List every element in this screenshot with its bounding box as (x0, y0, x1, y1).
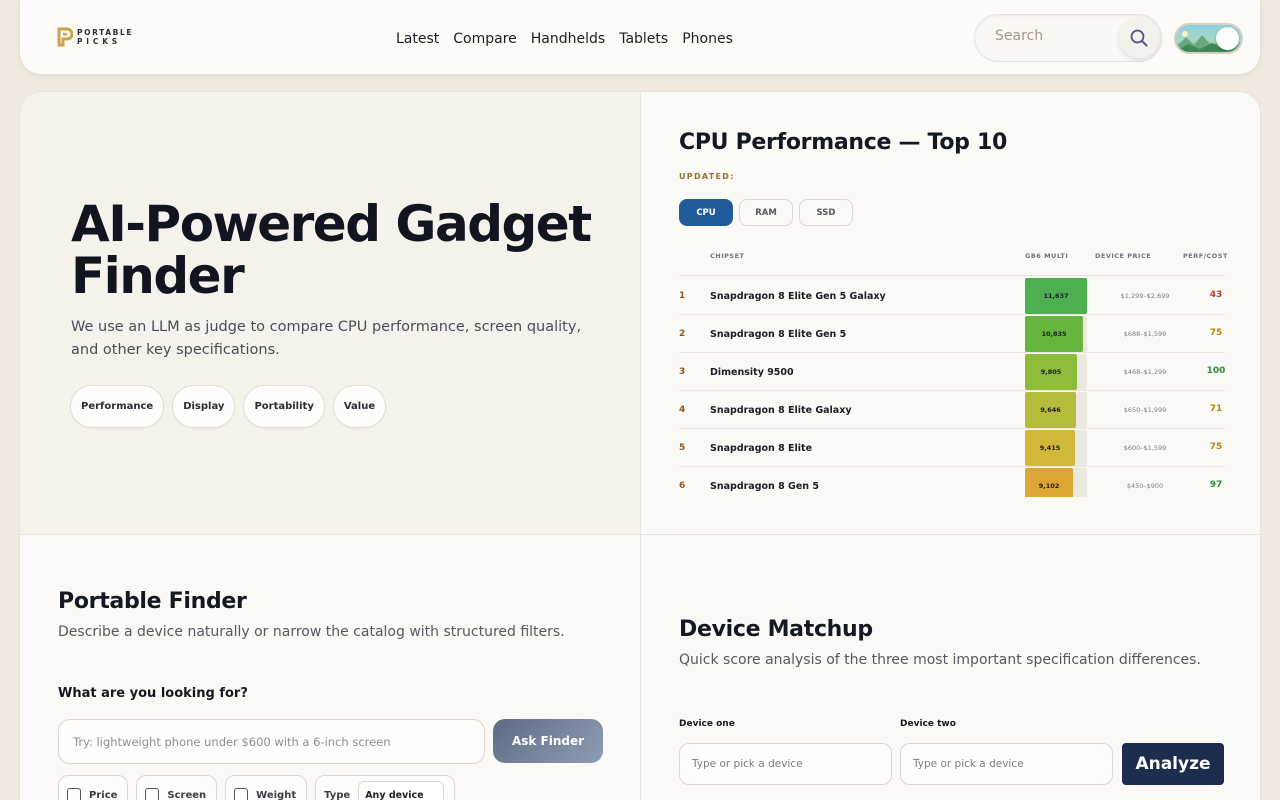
finder-question: What are you looking for? (58, 686, 248, 701)
row-score: 9,415 (1039, 444, 1061, 452)
tab-ssd[interactable]: SSD (799, 199, 853, 226)
tab-cpu[interactable]: CPU (679, 199, 733, 226)
cpu-ranking-panel: CPU Performance — Top 10 UPDATED: CPU RA… (640, 91, 1261, 535)
row-rank: 4 (679, 405, 686, 415)
hero-panel: AI-Powered Gadget Finder We use an LLM a… (19, 91, 641, 535)
chip-portability[interactable]: Portability (243, 385, 325, 428)
finder-panel: Portable Finder Describe a device natura… (19, 534, 641, 800)
cpu-table-header: CHIPSET GB6 MULTI DEVICE PRICE PERF/COST (679, 250, 1228, 276)
cpu-table-body: 1 Snapdragon 8 Elite Gen 5 Galaxy 11,637 $1… (679, 277, 1225, 497)
device-one-input[interactable] (679, 743, 892, 785)
row-score: 11,637 (1043, 292, 1069, 300)
row-rank: 1 (679, 291, 686, 301)
device-two-input[interactable] (900, 743, 1113, 785)
matchup-title: Device Matchup (679, 617, 873, 642)
filter-screen-label: Screen (167, 789, 207, 800)
table-row[interactable]: 1 Snapdragon 8 Elite Gen 5 Galaxy 11,637 $1… (679, 277, 1225, 315)
hero-subtitle: We use an LLM as judge to compare CPU pe… (71, 319, 582, 358)
brand-line-1: PORTABLE (77, 28, 134, 37)
nav-latest[interactable]: Latest (396, 31, 439, 47)
search-box (974, 14, 1162, 62)
updated-label: UPDATED: (679, 172, 735, 181)
chip-display[interactable]: Display (172, 385, 236, 428)
toggle-knob (1216, 27, 1239, 50)
row-perf-cost: 75 (1209, 328, 1223, 338)
filter-type: Type Any device (315, 775, 456, 800)
table-row[interactable]: 5 Snapdragon 8 Elite 9,415 $600–$1,599 75 (679, 429, 1225, 467)
filter-screen[interactable]: Screen (136, 775, 218, 800)
row-perf-cost: 100 (1206, 366, 1225, 376)
hero-title: AI-Powered Gadget Finder (71, 195, 592, 305)
ask-finder-button[interactable]: Ask Finder (493, 719, 603, 763)
chip-performance[interactable]: Performance (70, 385, 165, 428)
main-nav: Latest Compare Handhelds Tablets Phones (396, 31, 733, 47)
table-row[interactable]: 2 Snapdragon 8 Elite Gen 5 10,835 $688–$1,5… (679, 315, 1225, 353)
cpu-title: CPU Performance — Top 10 (679, 130, 1007, 155)
filter-screen-checkbox[interactable] (145, 788, 160, 800)
device-one-label: Device one (679, 719, 735, 729)
nav-tablets[interactable]: Tablets (619, 31, 668, 47)
matchup-panel: Device Matchup Quick score analysis of t… (640, 534, 1261, 800)
tab-ram[interactable]: RAM (739, 199, 793, 226)
filter-weight-checkbox[interactable] (234, 788, 249, 800)
search-button[interactable] (1119, 18, 1159, 58)
row-chipset: Dimensity 9500 (710, 367, 794, 378)
theme-toggle[interactable] (1174, 23, 1243, 54)
row-rank: 5 (679, 443, 686, 453)
search-input[interactable] (995, 28, 1115, 44)
brand-line-2: PICKS (77, 37, 122, 46)
row-perf-cost: 75 (1209, 442, 1223, 452)
finder-title: Portable Finder (58, 589, 247, 614)
table-row[interactable]: 4 Snapdragon 8 Elite Galaxy 9,646 $650–$1,9… (679, 391, 1225, 429)
top-header: PORTABLE PICKS Latest Compare Handhelds … (19, 0, 1261, 75)
row-chipset: Snapdragon 8 Gen 5 (710, 481, 819, 492)
search-icon (1130, 29, 1148, 47)
row-chipset: Snapdragon 8 Elite Gen 5 Galaxy (710, 291, 886, 302)
row-perf-cost: 71 (1209, 404, 1223, 414)
col-score: GB6 MULTI (1025, 252, 1069, 260)
table-row[interactable]: 6 Snapdragon 8 Gen 5 9,102 $450–$900 97 (679, 467, 1225, 497)
device-two-label: Device two (900, 719, 956, 729)
filter-price-label: Price (89, 789, 118, 800)
cpu-tabs: CPU RAM SSD (679, 199, 853, 226)
nav-compare[interactable]: Compare (453, 31, 517, 47)
row-score: 9,805 (1040, 368, 1062, 376)
nav-phones[interactable]: Phones (682, 31, 733, 47)
finder-filters: Price Screen Weight Type Any device (58, 775, 456, 800)
row-score: 9,102 (1038, 482, 1060, 490)
row-rank: 6 (679, 481, 686, 491)
finder-subtitle: Describe a device naturally or narrow th… (58, 624, 565, 640)
filter-weight-label: Weight (256, 789, 297, 800)
nav-handhelds[interactable]: Handhelds (531, 31, 605, 47)
row-score: 10,835 (1041, 330, 1067, 338)
filter-price[interactable]: Price (58, 775, 129, 800)
logo-mark-icon (57, 27, 73, 47)
table-row[interactable]: 3 Dimensity 9500 9,805 $468–$1,299 100 (679, 353, 1225, 391)
matchup-subtitle: Quick score analysis of the three most i… (679, 652, 1201, 668)
col-chipset: CHIPSET (710, 252, 745, 260)
filter-weight[interactable]: Weight (225, 775, 308, 800)
chip-value[interactable]: Value (332, 385, 387, 428)
row-rank: 2 (679, 329, 686, 339)
filter-price-checkbox[interactable] (67, 788, 81, 800)
brand-logo[interactable]: PORTABLE PICKS (57, 27, 133, 47)
row-perf-cost: 43 (1209, 290, 1223, 300)
row-perf-cost: 97 (1209, 480, 1223, 490)
row-chipset: Snapdragon 8 Elite Gen 5 (710, 329, 847, 340)
row-rank: 3 (679, 367, 686, 377)
filter-type-label: Type (324, 789, 351, 800)
feature-chips: Performance Display Portability Value (70, 385, 387, 428)
row-chipset: Snapdragon 8 Elite Galaxy (710, 405, 852, 416)
row-chipset: Snapdragon 8 Elite (710, 443, 813, 454)
col-perf: PERF/COST (1183, 252, 1228, 260)
analyze-button[interactable]: Analyze (1122, 743, 1224, 785)
finder-query-input[interactable] (58, 719, 485, 764)
filter-type-select[interactable]: Any device (358, 781, 445, 800)
row-score: 9,646 (1040, 406, 1061, 414)
col-price: DEVICE PRICE (1095, 252, 1152, 260)
